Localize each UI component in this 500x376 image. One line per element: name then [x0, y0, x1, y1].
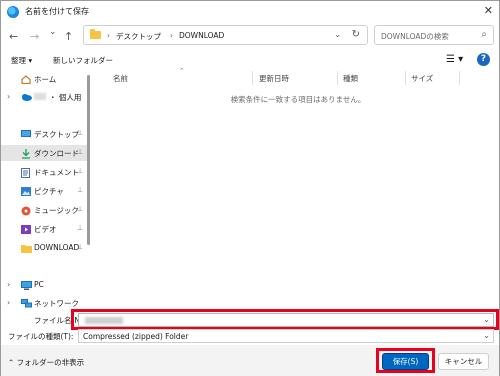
pin-icon: ⊥ [77, 148, 84, 156]
sidebar-item-label: ダウンロード [34, 149, 79, 158]
filetype-value: Compressed (zipped) Folder [83, 332, 189, 341]
breadcrumb-desktop[interactable]: デスクトップ [116, 31, 161, 42]
sidebar-item-pictures[interactable]: ピクチャ ⊥ [1, 183, 87, 199]
hide-folders-toggle[interactable]: ⌃ フォルダーの非表示 [8, 357, 84, 368]
music-icon [21, 206, 31, 216]
sidebar-item-label: ネットワーク [34, 299, 79, 308]
search-icon[interactable]: ⌕ [481, 29, 487, 40]
cancel-button[interactable]: キャンセル [438, 353, 489, 370]
file-list: 名前 ⌃ 更新日時 種類 サイズ 検索条件に一致する項目はありません。 [99, 67, 497, 309]
help-icon[interactable]: ? [477, 53, 490, 66]
search-placeholder: DOWNLOADの検索 [381, 32, 449, 41]
filetype-label: ファイルの種類(T): [8, 332, 74, 341]
chevron-right-icon[interactable]: › [7, 280, 10, 289]
sidebar-item-desktop[interactable]: デスクトップ ⊥ [1, 126, 87, 142]
view-options-icon[interactable]: ☰ ▾ [446, 54, 463, 65]
sidebar-item-pc[interactable]: › PC [1, 277, 87, 293]
column-header-size[interactable]: サイズ [411, 73, 433, 84]
highlight-box-filename [71, 309, 499, 330]
sort-ascending-icon: ⌃ [179, 67, 185, 75]
sidebar-item-downloads[interactable]: ダウンロード ⊥ [1, 145, 87, 161]
highlight-box-save [376, 348, 435, 373]
breadcrumb-download[interactable]: DOWNLOAD [179, 31, 224, 40]
pin-icon: ⊥ [77, 186, 84, 194]
column-header-modified[interactable]: 更新日時 [259, 73, 289, 84]
pin-icon: ⊥ [77, 224, 84, 232]
pin-icon: ⊥ [77, 243, 84, 251]
redacted-account-name [34, 93, 46, 100]
chevron-right-icon[interactable]: › [7, 92, 10, 101]
chevron-down-icon[interactable]: ⌄ [483, 331, 490, 340]
toolbar: 整理 ▾ 新しいフォルダー ☰ ▾ ? [1, 51, 499, 69]
sidebar-item-videos[interactable]: ビデオ ⊥ [1, 221, 87, 237]
title-bar: 名前を付けて保存 ✕ [1, 1, 499, 23]
column-divider[interactable] [459, 71, 460, 85]
pin-icon: ⊥ [77, 167, 84, 175]
refresh-icon[interactable]: ↻ [352, 29, 360, 40]
video-icon [21, 225, 31, 234]
up-arrow-icon[interactable]: ↑ [64, 30, 73, 43]
new-folder-button[interactable]: 新しいフォルダー [53, 55, 113, 66]
column-divider[interactable] [337, 71, 338, 85]
onedrive-icon [21, 93, 32, 101]
chevron-right-icon[interactable]: › [7, 298, 10, 307]
sidebar-item-download-folder[interactable]: DOWNLOAD ⊥ [1, 240, 87, 256]
home-icon [21, 75, 31, 85]
filetype-select[interactable]: Compressed (zipped) Folder ⌄ [78, 329, 494, 343]
navigation-pane: ホーム › ・ 個人用 デスクトップ ⊥ ダウンロード ⊥ ドキュメント ⊥ ピ… [1, 69, 93, 309]
pictures-icon [21, 187, 31, 196]
breadcrumb-separator: › [170, 31, 173, 40]
sidebar-item-label: ピクチャ [34, 187, 64, 196]
download-icon [21, 149, 30, 159]
chevron-down-icon[interactable]: ⌄ [334, 30, 341, 39]
column-header-type[interactable]: 種類 [343, 73, 358, 84]
pc-icon [21, 281, 32, 290]
sidebar-item-home[interactable]: ホーム [1, 71, 87, 87]
pin-icon: ⊥ [77, 129, 84, 137]
sidebar-item-label: ・ 個人用 [49, 93, 82, 102]
sidebar-item-label: DOWNLOAD [34, 243, 80, 252]
sidebar-item-label: ホーム [34, 75, 57, 84]
sidebar-item-label: ミュージック [34, 206, 79, 215]
recent-locations-icon[interactable]: ⌄ [49, 27, 57, 37]
search-box[interactable]: DOWNLOADの検索 ⌕ [374, 25, 494, 45]
back-arrow-icon[interactable]: ← [9, 30, 18, 43]
organize-button[interactable]: 整理 ▾ [11, 55, 32, 66]
sidebar-item-onedrive[interactable]: › ・ 個人用 [1, 89, 87, 105]
desktop-icon [21, 130, 31, 138]
edge-icon [7, 6, 19, 18]
column-divider[interactable] [405, 71, 406, 85]
sidebar-item-label: デスクトップ [34, 130, 79, 139]
forward-arrow-icon[interactable]: → [30, 30, 39, 43]
sidebar-item-label: ビデオ [34, 225, 57, 234]
breadcrumb-separator: › [107, 31, 110, 40]
network-icon [21, 299, 32, 308]
save-as-dialog: 名前を付けて保存 ✕ ← → ⌄ ↑ › デスクトップ › DOWNLOAD ⌄… [0, 0, 500, 376]
folder-icon [21, 244, 32, 253]
pin-icon: ⊥ [77, 205, 84, 213]
empty-results-message: 検索条件に一致する項目はありません。 [230, 95, 366, 104]
sidebar-item-music[interactable]: ミュージック ⊥ [1, 202, 87, 218]
sidebar-item-label: PC [34, 280, 44, 289]
folder-icon [90, 29, 101, 39]
column-header-name[interactable]: 名前 [113, 73, 128, 84]
document-icon [21, 168, 30, 178]
close-icon[interactable]: ✕ [484, 4, 493, 17]
address-bar[interactable]: › デスクトップ › DOWNLOAD ⌄ ↻ [83, 25, 368, 45]
window-title: 名前を付けて保存 [25, 7, 89, 16]
sidebar-item-documents[interactable]: ドキュメント ⊥ [1, 164, 87, 180]
column-divider[interactable] [252, 71, 253, 85]
sidebar-item-label: ドキュメント [34, 168, 79, 177]
nav-scrollbar[interactable] [87, 75, 90, 245]
